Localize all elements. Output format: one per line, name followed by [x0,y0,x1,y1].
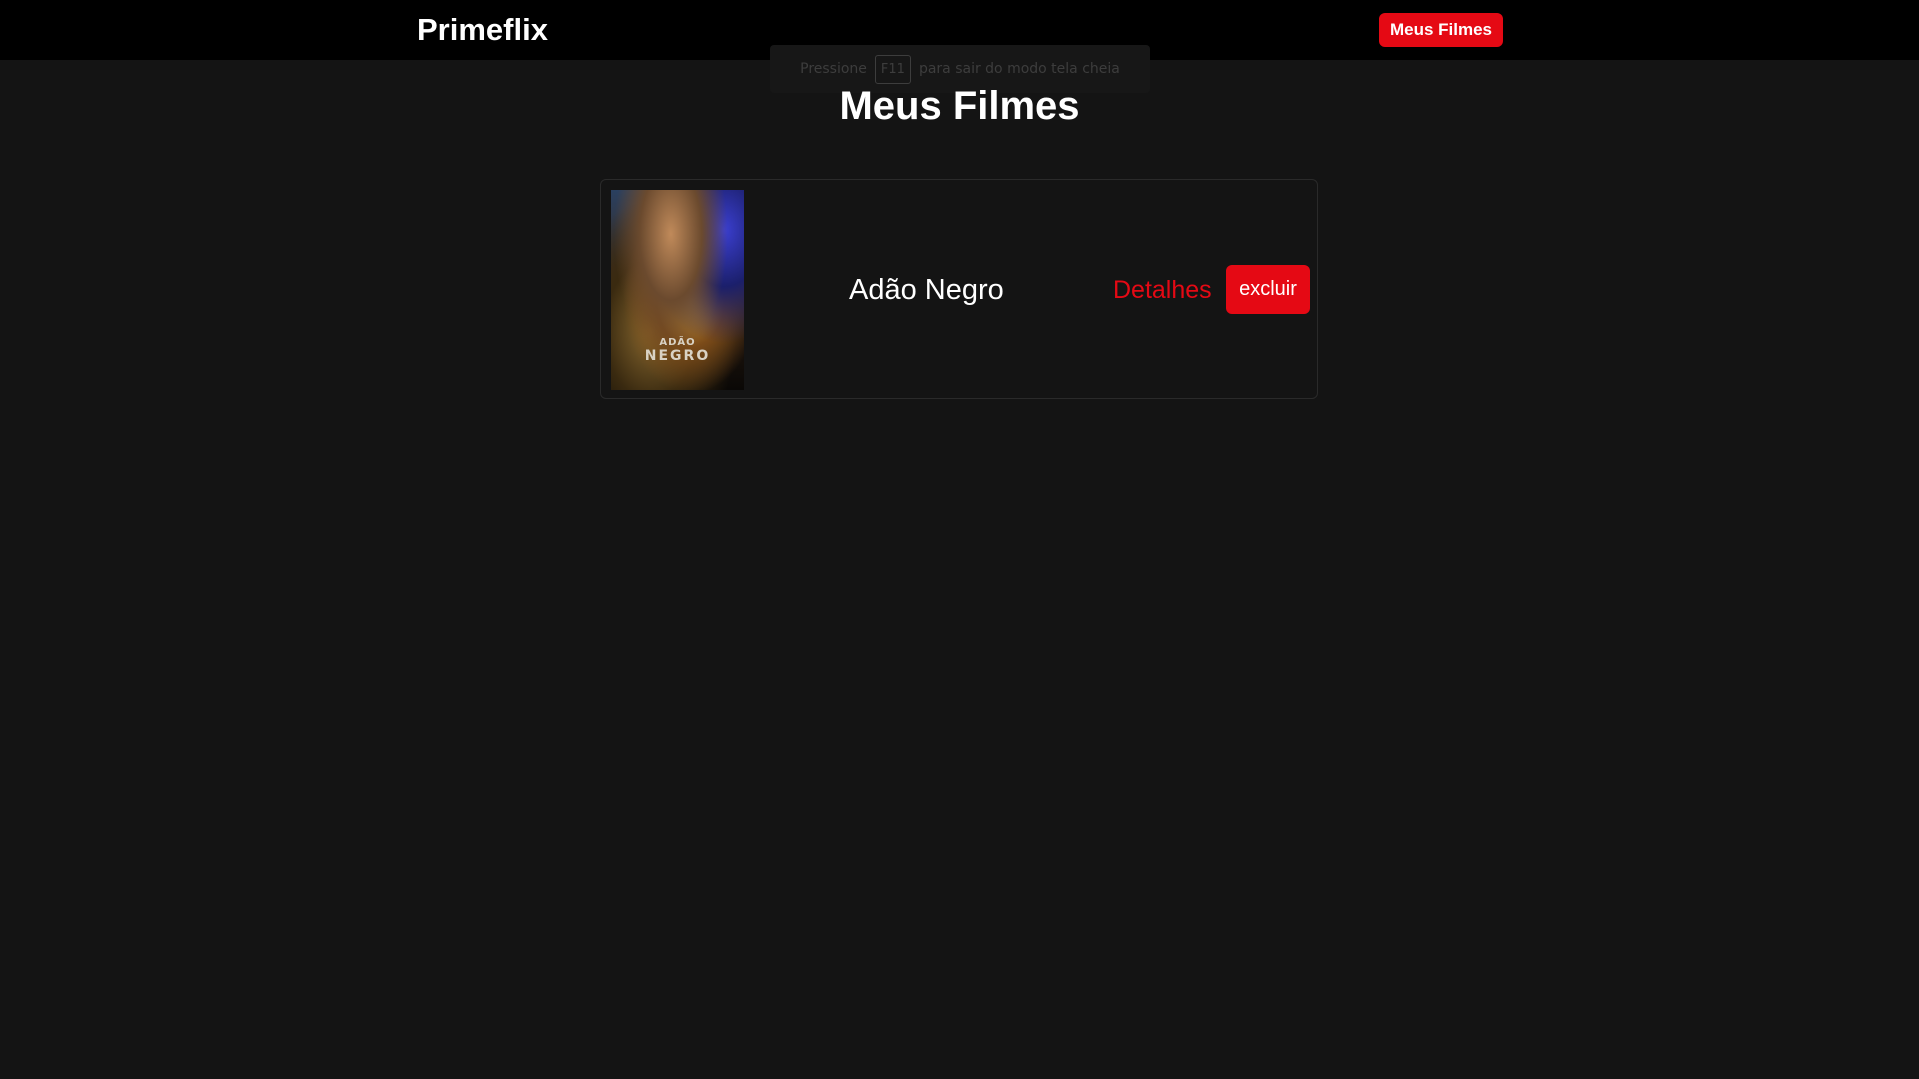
my-movies-button[interactable]: Meus Filmes [1379,13,1503,47]
poster-title-line1: ADÃO [659,337,696,348]
details-link[interactable]: Detalhes [1113,274,1212,306]
poster-title-art: ADÃO NEGRO [611,337,744,364]
delete-button[interactable]: excluir [1226,265,1310,314]
movie-list-item: ADÃO NEGRO Adão Negro Detalhes excluir [600,179,1318,399]
fullscreen-notice-text-after: para sair do modo tela cheia [918,61,1120,77]
page-title: Meus Filmes [839,84,1080,128]
movie-title: Adão Negro [849,274,1004,306]
poster-title-line2: NEGRO [644,348,711,364]
movie-poster: ADÃO NEGRO [611,190,744,390]
fullscreen-notice-text-before: Pressione [800,61,867,77]
site-logo[interactable]: Primeflix [417,10,548,50]
